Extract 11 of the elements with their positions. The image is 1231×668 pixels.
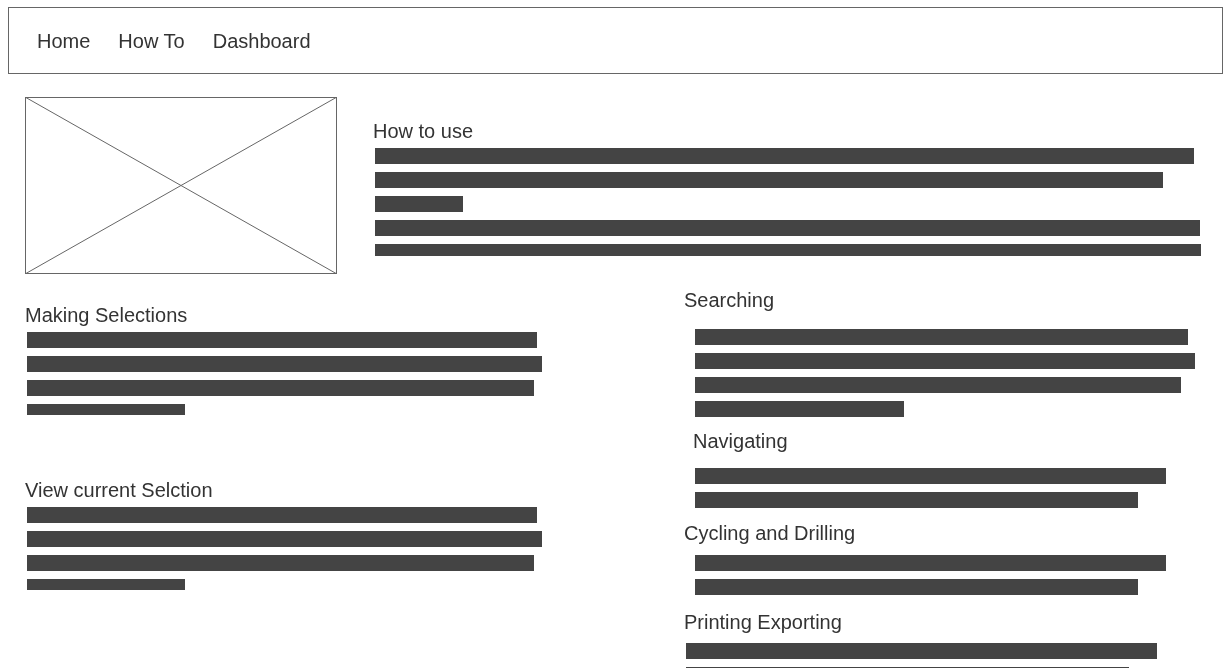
nav-link[interactable]: Home bbox=[37, 28, 91, 53]
section-heading: Printing Exporting bbox=[684, 610, 843, 634]
section-heading: Making Selections bbox=[25, 303, 189, 327]
section-heading: Navigating bbox=[693, 429, 789, 453]
section-heading: Searching bbox=[684, 288, 776, 312]
nav-link[interactable]: Dashboard bbox=[212, 28, 311, 53]
image-placeholder-icon bbox=[25, 97, 337, 274]
nav-link[interactable]: How To bbox=[118, 28, 185, 53]
section-heading: Cycling and Drilling bbox=[684, 521, 857, 545]
section-heading: How to use bbox=[373, 119, 475, 143]
section-heading: View current Selction bbox=[25, 478, 214, 502]
